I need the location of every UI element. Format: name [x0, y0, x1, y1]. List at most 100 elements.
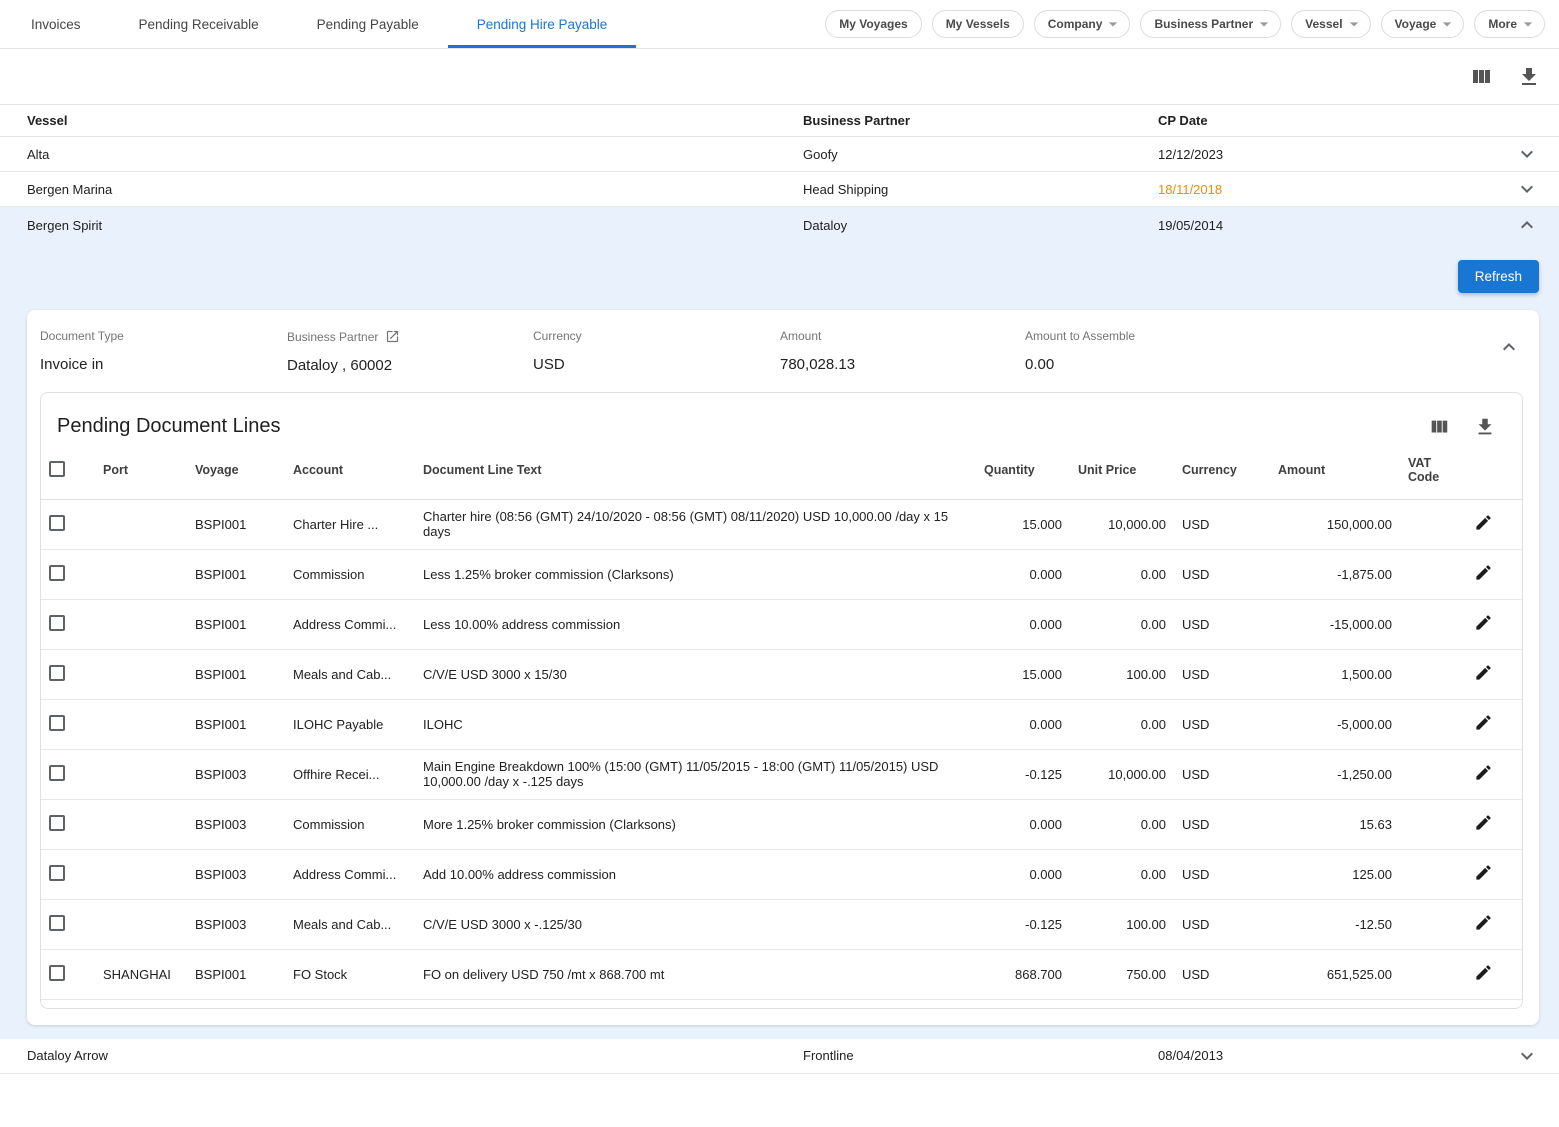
table-row: BSPI003 Address Commi... Add 10.00% addr…: [41, 849, 1522, 899]
cell-cp-date-overdue: 18/11/2018: [1158, 182, 1503, 197]
column-header-document-line-text: Document Line Text: [415, 442, 976, 499]
expanded-vessel-section: Bergen Spirit Dataloy 19/05/2014 Refresh…: [0, 207, 1559, 1039]
field-value: Invoice in: [40, 356, 287, 373]
row-checkbox[interactable]: [49, 965, 65, 981]
filter-my-vessels[interactable]: My Vessels: [932, 10, 1024, 38]
field-amount: Amount 780,028.13: [780, 329, 1025, 373]
edit-icon[interactable]: [1474, 713, 1493, 732]
cell-voyage: BSPI003: [187, 749, 285, 799]
cell-cp-date: 08/04/2013: [1158, 1048, 1503, 1063]
tab-pending-hire-payable[interactable]: Pending Hire Payable: [448, 0, 637, 48]
edit-icon[interactable]: [1474, 763, 1493, 782]
vessel-row-alta[interactable]: Alta Goofy 12/12/2023: [0, 137, 1559, 172]
chevron-down-icon[interactable]: [1515, 177, 1539, 201]
cell-account: FO Stock: [285, 949, 415, 999]
cell-amount: -1,250.00: [1270, 749, 1400, 799]
field-label-text: Business Partner: [287, 330, 378, 344]
download-icon[interactable]: [1517, 65, 1541, 89]
filter-company[interactable]: Company: [1034, 10, 1131, 38]
pending-lines-header: Pending Document Lines: [41, 393, 1522, 442]
cell-amount: 1,500.00: [1270, 649, 1400, 699]
cell-line-text: C/V/E USD 3000 x 15/30: [415, 649, 976, 699]
cell-quantity: 15.000: [976, 649, 1070, 699]
cell-port: [95, 899, 187, 949]
edit-icon[interactable]: [1474, 863, 1493, 882]
filter-more[interactable]: More: [1474, 10, 1545, 38]
edit-icon[interactable]: [1474, 563, 1493, 582]
cell-account: Charter Hire ...: [285, 499, 415, 549]
vessel-row-bergen-marina[interactable]: Bergen Marina Head Shipping 18/11/2018: [0, 172, 1559, 207]
tab-label: Invoices: [31, 17, 81, 32]
pending-document-card: Document Type Invoice in Business Partne…: [27, 310, 1539, 1025]
tab-label: Pending Receivable: [139, 17, 259, 32]
field-business-partner: Business Partner Dataloy , 60002: [287, 329, 533, 374]
cell-amount: -15,000.00: [1270, 599, 1400, 649]
column-header-voyage: Voyage: [187, 442, 285, 499]
cell-vat-code: [1400, 649, 1466, 699]
column-settings-icon[interactable]: [1428, 416, 1450, 438]
tab-invoices[interactable]: Invoices: [2, 0, 110, 48]
table-row: BSPI001 Meals and Cab... C/V/E USD 3000 …: [41, 649, 1522, 699]
edit-icon[interactable]: [1474, 813, 1493, 832]
cell-currency: USD: [1174, 749, 1270, 799]
cell-cp-date: 12/12/2023: [1158, 147, 1503, 162]
arrow-drop-down-icon: [1103, 14, 1123, 34]
pending-lines-toolbar: [1428, 416, 1496, 438]
cell-account: Meals and Cab...: [285, 899, 415, 949]
chip-label: Voyage: [1395, 17, 1437, 31]
edit-icon[interactable]: [1474, 963, 1493, 982]
cell-account: Meals and Cab...: [285, 649, 415, 699]
cell-vat-code: [1400, 799, 1466, 849]
download-icon[interactable]: [1474, 416, 1496, 438]
tab-pending-receivable[interactable]: Pending Receivable: [110, 0, 288, 48]
select-all-checkbox[interactable]: [49, 461, 65, 477]
row-checkbox[interactable]: [49, 615, 65, 631]
table-row: BSPI001 Commission Less 1.25% broker com…: [41, 549, 1522, 599]
tab-pending-payable[interactable]: Pending Payable: [288, 0, 448, 48]
pending-lines-header-row: Port Voyage Account Document Line Text Q…: [41, 442, 1522, 499]
cell-amount: -1,875.00: [1270, 549, 1400, 599]
cell-vessel: Bergen Marina: [27, 182, 803, 197]
vessel-row-bergen-spirit[interactable]: Bergen Spirit Dataloy 19/05/2014: [0, 207, 1559, 243]
cell-account: Commission: [285, 799, 415, 849]
row-checkbox[interactable]: [49, 565, 65, 581]
column-settings-icon[interactable]: [1469, 65, 1493, 89]
row-checkbox[interactable]: [49, 865, 65, 881]
tab-label: Pending Payable: [317, 17, 419, 32]
filter-voyage[interactable]: Voyage: [1381, 10, 1465, 38]
filter-vessel[interactable]: Vessel: [1291, 10, 1370, 38]
table-row: BSPI001 Address Commi... Less 10.00% add…: [41, 599, 1522, 649]
cell-unit-price: 100.00: [1070, 899, 1174, 949]
field-label: Currency: [533, 329, 780, 343]
column-header-quantity: Quantity: [976, 442, 1070, 499]
edit-icon[interactable]: [1474, 663, 1493, 682]
chevron-up-icon[interactable]: [1497, 335, 1521, 359]
edit-icon[interactable]: [1474, 913, 1493, 932]
edit-icon[interactable]: [1474, 513, 1493, 532]
cell-port: [95, 749, 187, 799]
vessel-row-dataloy-arrow[interactable]: Dataloy Arrow Frontline 08/04/2013: [0, 1039, 1559, 1074]
chevron-up-icon[interactable]: [1515, 213, 1539, 237]
edit-icon[interactable]: [1474, 613, 1493, 632]
chevron-down-icon[interactable]: [1515, 1044, 1539, 1068]
row-checkbox[interactable]: [49, 665, 65, 681]
filter-business-partner[interactable]: Business Partner: [1140, 10, 1281, 38]
cell-currency: USD: [1174, 499, 1270, 549]
row-checkbox[interactable]: [49, 915, 65, 931]
cell-account: Address Commi...: [285, 599, 415, 649]
cell-port: [95, 549, 187, 599]
cell-account: ILOHC Payable: [285, 699, 415, 749]
refresh-button[interactable]: Refresh: [1458, 260, 1539, 293]
table-toolbar: [0, 49, 1559, 104]
filter-my-voyages[interactable]: My Voyages: [825, 10, 921, 38]
cell-voyage: BSPI001: [187, 499, 285, 549]
row-checkbox[interactable]: [49, 515, 65, 531]
row-checkbox[interactable]: [49, 715, 65, 731]
row-checkbox[interactable]: [49, 765, 65, 781]
open-in-new-icon[interactable]: [385, 329, 400, 344]
chevron-down-icon[interactable]: [1515, 142, 1539, 166]
column-header-business-partner: Business Partner: [803, 113, 1158, 128]
row-checkbox[interactable]: [49, 815, 65, 831]
cell-currency: USD: [1174, 849, 1270, 899]
cell-vat-code: [1400, 949, 1466, 999]
